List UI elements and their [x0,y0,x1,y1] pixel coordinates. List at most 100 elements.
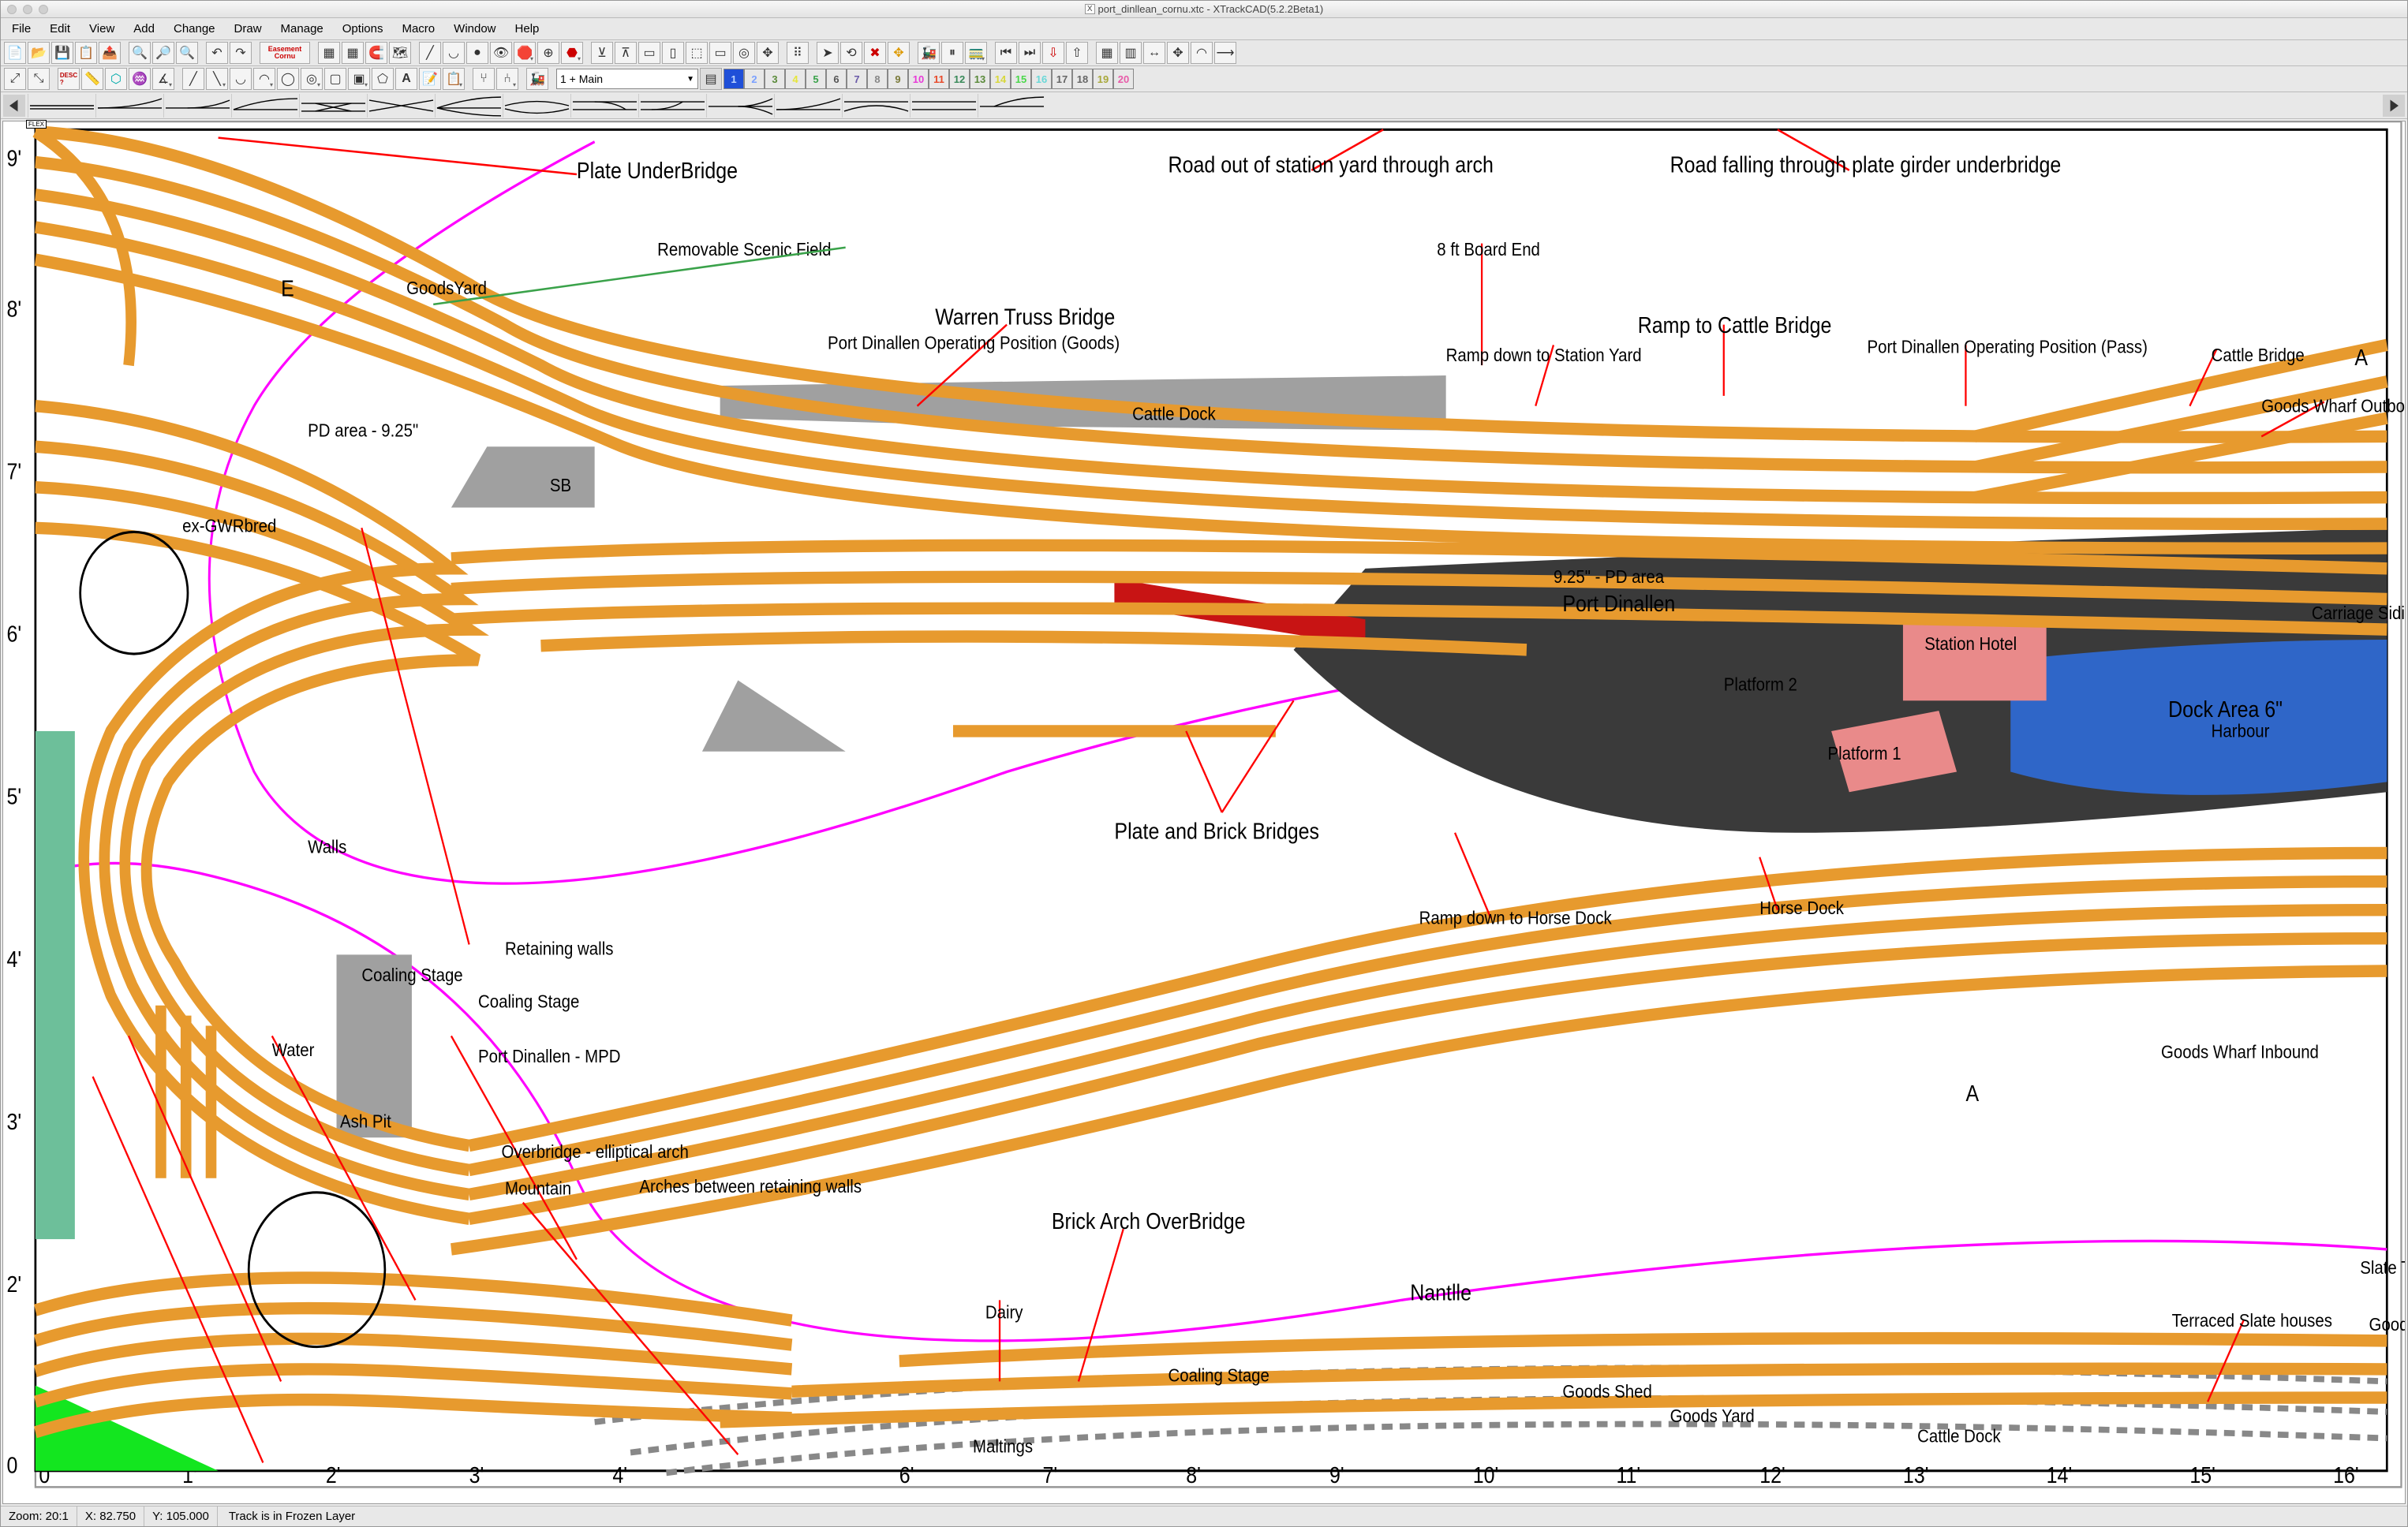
describe-tool-button[interactable]: DESC? [58,68,80,90]
zoom-out-button[interactable]: 🔍 [176,42,198,64]
manifest-button[interactable]: 📋 [75,42,97,64]
undo-button[interactable]: ↶ [206,42,228,64]
layer-10-button[interactable]: 10 [908,69,929,89]
train-run-button[interactable]: 🚂 [918,42,940,64]
minimize-icon[interactable] [23,5,32,14]
hotbar-item[interactable] [231,94,299,118]
window-controls[interactable] [7,5,48,14]
layer-4-button[interactable]: 4 [785,69,806,89]
desc-toggle-a-button[interactable]: ⤢ [4,68,26,90]
menu-edit[interactable]: Edit [40,19,80,39]
color-palette-button[interactable]: ⠿ [787,42,809,64]
describe-button[interactable]: 👁 [490,42,512,64]
layer-5-button[interactable]: 5 [806,69,826,89]
tunnel-button[interactable]: ⬚ [686,42,708,64]
box-button[interactable]: ▢ [324,68,346,90]
extend-button[interactable]: ⟶ [1214,42,1236,64]
snapgrid-enable-button[interactable]: ▦ [318,42,340,64]
hotbar-item[interactable] [842,94,910,118]
modify-button[interactable]: ▭ [638,42,660,64]
hotbar-item[interactable] [435,94,503,118]
snapgrid-show-button[interactable]: ▦ [342,42,364,64]
menu-help[interactable]: Help [506,19,549,39]
layer-1-button[interactable]: 1 [724,69,744,89]
export-button[interactable]: 📤 [99,42,121,64]
zoom-fit-button[interactable]: 🔎 [152,42,174,64]
layer-below-button[interactable]: ⇩ [1042,42,1064,64]
parts-button[interactable]: ▦ [1096,42,1118,64]
desc-toggle-b-button[interactable]: ⤡ [28,68,50,90]
menu-macro[interactable]: Macro [392,19,444,39]
curved-track-button[interactable]: ◡ [443,42,465,64]
redo-button[interactable]: ↷ [230,42,252,64]
rotate-sel-button[interactable]: ⟲ [840,42,862,64]
menu-manage[interactable]: Manage [271,19,333,39]
turnout-button[interactable]: ⑂ [473,68,495,90]
open-file-button[interactable]: 📂 [28,42,50,64]
circle-button[interactable]: ◯ [277,68,299,90]
hotbar-item[interactable] [774,94,842,118]
parallel-button[interactable]: ♒ [129,68,151,90]
hotbar-item[interactable] [163,94,231,118]
new-file-button[interactable]: 📄 [4,42,26,64]
pan-button[interactable]: ✥ [1167,42,1189,64]
note-button[interactable]: 📝 [419,68,441,90]
layer-3-button[interactable]: 3 [765,69,785,89]
profile-button[interactable]: ⬡ [105,68,127,90]
menu-add[interactable]: Add [124,19,164,39]
layer-16-button[interactable]: 16 [1031,69,1052,89]
hotbar-item[interactable] [503,94,570,118]
map-button[interactable]: 🗺 [389,42,411,64]
layer-15-button[interactable]: 15 [1011,69,1031,89]
text-button[interactable]: A [395,68,417,90]
layer-above-button[interactable]: ⇧ [1066,42,1088,64]
layer-selector[interactable]: 1 + Main ▼ [556,69,698,89]
zoom-icon[interactable] [39,5,48,14]
train-pause-button[interactable]: ⏸ [941,42,963,64]
hotbar-item[interactable] [638,94,706,118]
layer-9-button[interactable]: 9 [888,69,908,89]
protractor-button[interactable]: ◠ [1191,42,1213,64]
hotbar-item[interactable] [910,94,978,118]
hotbar-item[interactable] [28,94,95,118]
menu-file[interactable]: File [2,19,40,39]
menu-change[interactable]: Change [164,19,225,39]
signal-red-button[interactable]: ⬣ [561,42,583,64]
layer-8-button[interactable]: 8 [867,69,888,89]
magnet-button[interactable]: 🧲 [365,42,387,64]
hotbar-item[interactable] [706,94,774,118]
bridge-button[interactable]: ▭ [709,42,731,64]
zoom-in-button[interactable]: 🔍 [129,42,151,64]
angle-button[interactable]: ∡ [152,68,174,90]
curve-button[interactable]: ◡ [230,68,252,90]
hotbar-item[interactable] [367,94,435,118]
layer-18-button[interactable]: 18 [1072,69,1093,89]
note-dd-button[interactable]: 📋 [443,68,465,90]
pricelist-button[interactable]: ▥ [1120,42,1142,64]
layer-2-button[interactable]: 2 [744,69,765,89]
layer-12-button[interactable]: 12 [949,69,970,89]
menu-window[interactable]: Window [444,19,505,39]
layer-14-button[interactable]: 14 [990,69,1011,89]
layer-19-button[interactable]: 19 [1093,69,1113,89]
close-icon[interactable] [7,5,17,14]
save-file-button[interactable]: 💾 [51,42,73,64]
box-dd-button[interactable]: ▣ [348,68,370,90]
layer-11-button[interactable]: 11 [929,69,949,89]
menu-draw[interactable]: Draw [225,19,271,39]
hotbar-next-button[interactable] [2383,95,2405,117]
line-button[interactable]: ╱ [182,68,204,90]
layer-6-button[interactable]: 6 [826,69,847,89]
hotbar-prev-button[interactable] [3,95,25,117]
target-button[interactable]: ⊕ [537,42,559,64]
layer-7-button[interactable]: 7 [847,69,867,89]
stop-button[interactable]: 🛑 [514,42,536,64]
layer-visibility-button[interactable]: ▤ [700,68,722,90]
polygon-button[interactable]: ⬠ [372,68,394,90]
curve-dd-button[interactable]: ◠ [253,68,275,90]
ruler-button[interactable]: 📏 [81,68,103,90]
easement-button[interactable]: Easement Cornu [260,42,310,64]
move-xy-button[interactable]: ✥ [888,42,910,64]
move-sel-button[interactable]: ➤ [817,42,839,64]
layer-17-button[interactable]: 17 [1052,69,1072,89]
